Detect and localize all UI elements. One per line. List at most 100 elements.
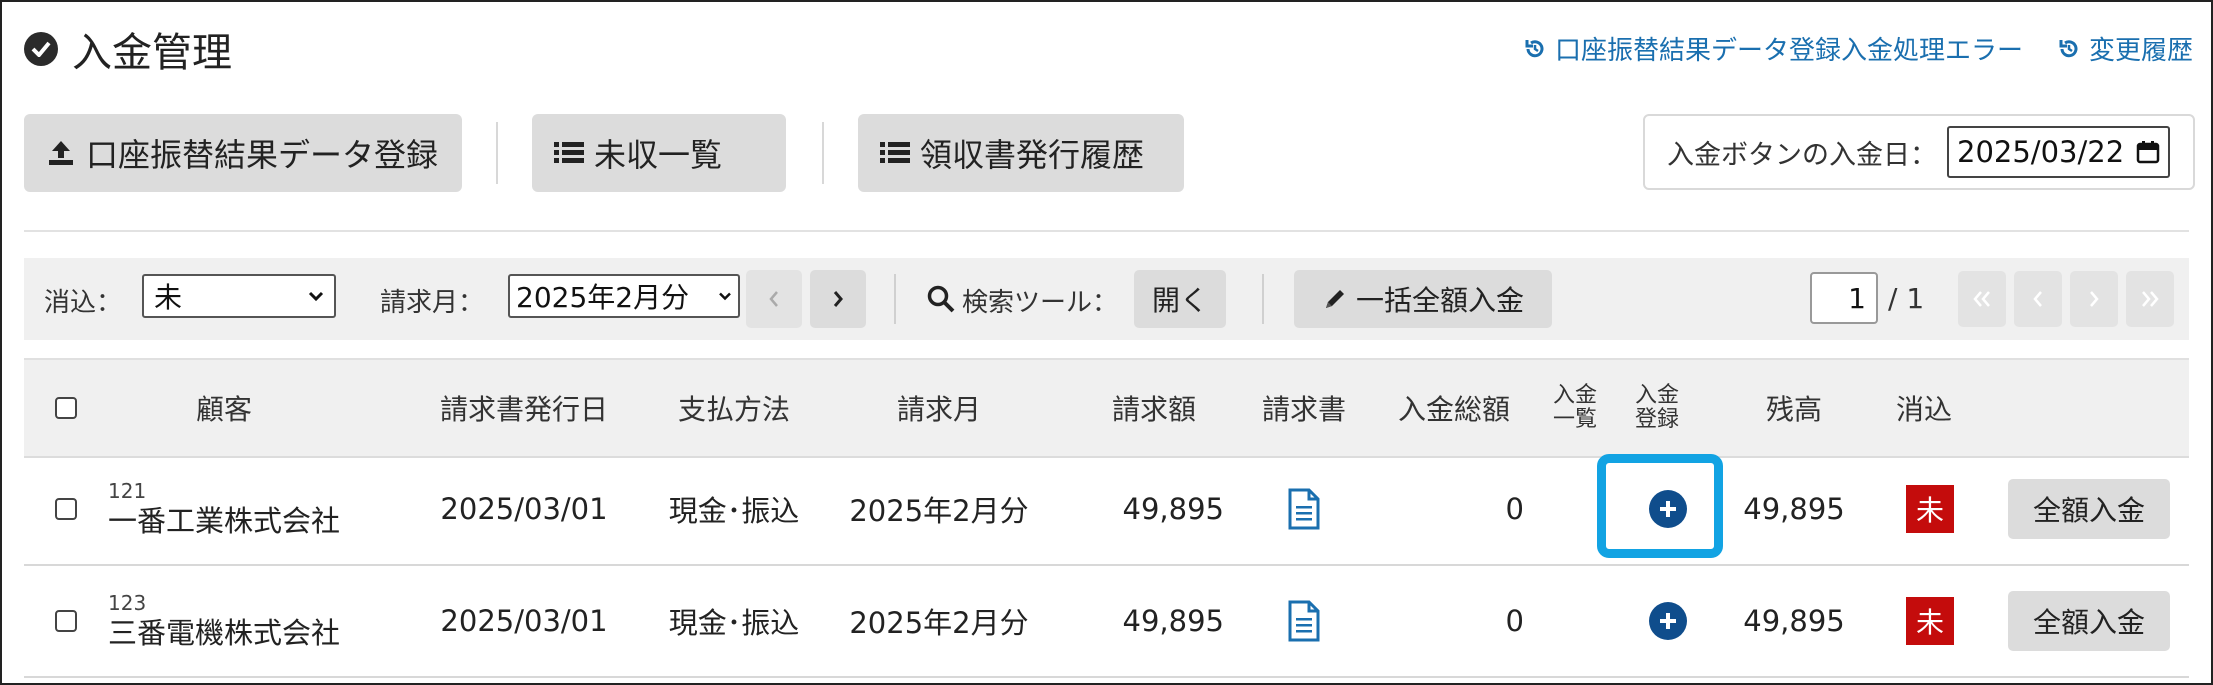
check-circle-icon xyxy=(24,32,58,66)
cleared-cell: 未 xyxy=(1900,566,1960,676)
customer-name[interactable]: 一番工業株式会社 xyxy=(108,503,340,539)
paid-list-line-2: 一覧 xyxy=(1552,407,1597,432)
deposit-date-input[interactable]: 2025/03/22 xyxy=(1947,126,2171,178)
chevron-left-icon xyxy=(769,291,778,307)
last-page-button[interactable] xyxy=(2126,271,2174,327)
paid-register-line-1: 入金 xyxy=(1634,383,1679,408)
total-paid: 0 xyxy=(1505,492,1524,526)
billing-month-select[interactable]: 2025年2月分 xyxy=(508,274,740,318)
document-icon[interactable] xyxy=(1287,600,1321,642)
prev-page-button[interactable] xyxy=(2014,271,2062,327)
invoice-cell xyxy=(1264,566,1344,676)
balance: 49,895 xyxy=(1743,492,1845,526)
unpaid-list-button[interactable]: 未収一覧 xyxy=(532,114,786,192)
balance: 49,895 xyxy=(1743,604,1845,638)
section-divider xyxy=(24,230,2189,232)
add-payment-icon[interactable] xyxy=(1649,602,1687,640)
payment-management-page: 入金管理 口座振替結果データ登録入金処理エラー 変更履歴 口座振替結果データ登録… xyxy=(0,0,2213,685)
bulk-full-payment-button[interactable]: 一括全額入金 xyxy=(1294,270,1552,328)
chevron-left-icon xyxy=(2033,291,2042,307)
full-payment-button[interactable]: 全額入金 xyxy=(2008,591,2170,651)
receipt-history-button[interactable]: 領収書発行履歴 xyxy=(858,114,1184,192)
pencil-icon xyxy=(1325,290,1344,308)
add-payment-icon[interactable] xyxy=(1649,490,1687,528)
clearing-filter-label: 消込： xyxy=(44,288,123,318)
transfer-error-link[interactable]: 口座振替結果データ登録入金処理エラー xyxy=(1523,30,2023,67)
table-header: 顧客 請求書発行日 支払方法 請求月 請求額 請求書 入金総額 入金 一覧 入金… xyxy=(24,358,2189,458)
uncleared-badge: 未 xyxy=(1906,485,1954,533)
page-title-text: 入金管理 xyxy=(72,30,232,76)
action-cell: 全額入金 xyxy=(2004,454,2174,564)
clearing-select-value: 未 xyxy=(154,281,183,314)
chevron-down-icon xyxy=(308,291,324,302)
calendar-icon[interactable] xyxy=(2136,140,2160,164)
history-icon xyxy=(1525,39,1544,57)
page-number-input[interactable]: 1 xyxy=(1810,272,1878,324)
customer-id: 123 xyxy=(108,591,147,615)
customer-cell: 123 三番電機株式会社 xyxy=(108,566,368,676)
history-icon xyxy=(2059,39,2078,57)
double-chevron-right-icon xyxy=(2142,291,2159,307)
column-header-issue-date[interactable]: 請求書発行日 xyxy=(419,360,629,456)
register-payment-cell xyxy=(1638,566,1698,676)
payment-method: 現金･振込 xyxy=(668,494,800,528)
clearing-select[interactable]: 未 xyxy=(142,274,336,318)
next-page-button[interactable] xyxy=(2070,271,2118,327)
column-header-balance[interactable]: 残高 xyxy=(1744,360,1844,456)
column-header-paid-register: 入金 登録 xyxy=(1626,360,1688,456)
current-page: 1 xyxy=(1848,281,1866,315)
chevron-down-icon xyxy=(719,292,731,301)
customer-cell: 121 一番工業株式会社 xyxy=(108,454,368,564)
column-header-cleared[interactable]: 消込 xyxy=(1884,360,1964,456)
select-all-checkbox[interactable] xyxy=(55,397,77,419)
search-icon xyxy=(927,285,955,313)
column-header-paid-list: 入金 一覧 xyxy=(1544,360,1606,456)
column-header-payment-method[interactable]: 支払方法 xyxy=(654,360,814,456)
table-row: 123 三番電機株式会社 2025/03/01 現金･振込 2025年2月分 4… xyxy=(24,566,2189,678)
column-header-invoice: 請求書 xyxy=(1261,393,1346,426)
issue-date: 2025/03/01 xyxy=(440,604,608,638)
transfer-error-link-label: 口座振替結果データ登録入金処理エラー xyxy=(1554,36,2023,66)
change-history-link[interactable]: 変更履歴 xyxy=(2057,30,2193,67)
chevron-right-icon xyxy=(833,291,843,307)
deposit-date-box: 入金ボタンの入金日： 2025/03/22 xyxy=(1643,114,2195,190)
open-search-button[interactable]: 開く xyxy=(1134,270,1226,328)
customer-name[interactable]: 三番電機株式会社 xyxy=(108,615,340,651)
total-pages: / 1 xyxy=(1888,282,1925,315)
row-checkbox-cell xyxy=(46,454,86,564)
open-search-label: 開く xyxy=(1151,284,1208,317)
chevron-right-icon xyxy=(2090,291,2099,307)
deposit-date-label: 入金ボタンの入金日： xyxy=(1667,139,1937,171)
first-page-button[interactable] xyxy=(1958,271,2006,327)
next-month-button[interactable] xyxy=(810,270,866,328)
column-header-amount[interactable]: 請求額 xyxy=(1084,360,1224,456)
toolbar-divider xyxy=(496,122,498,184)
change-history-link-label: 変更履歴 xyxy=(2088,36,2193,66)
page-title: 入金管理 xyxy=(24,24,232,76)
table-row: 121 一番工業株式会社 2025/03/01 現金･振込 2025年2月分 4… xyxy=(24,454,2189,566)
filter-divider xyxy=(894,274,896,324)
row-checkbox[interactable] xyxy=(55,498,77,520)
document-icon[interactable] xyxy=(1287,488,1321,530)
bulk-full-payment-label: 一括全額入金 xyxy=(1355,284,1524,317)
customer-id: 121 xyxy=(108,479,147,503)
action-cell: 全額入金 xyxy=(2004,566,2174,676)
register-payment-cell xyxy=(1638,454,1698,564)
uncleared-badge: 未 xyxy=(1906,597,1954,645)
column-header-billing-month[interactable]: 請求月 xyxy=(844,360,1034,456)
full-payment-button[interactable]: 全額入金 xyxy=(2008,479,2170,539)
prev-month-button[interactable] xyxy=(746,270,802,328)
unpaid-list-label: 未収一覧 xyxy=(594,136,723,174)
payment-method: 現金･振込 xyxy=(668,606,800,640)
upload-transfer-result-button[interactable]: 口座振替結果データ登録 xyxy=(24,114,462,192)
receipt-history-label: 領収書発行履歴 xyxy=(920,136,1145,174)
select-all-cell xyxy=(46,360,86,456)
filter-bar: 消込： 未 請求月： 2025年2月分 検索ツール： 開く 一括全額入金 1 /… xyxy=(24,258,2189,340)
list-icon xyxy=(554,142,584,163)
column-header-total-paid[interactable]: 入金総額 xyxy=(1384,360,1524,456)
column-header-customer[interactable]: 顧客 xyxy=(124,360,324,456)
toolbar-divider xyxy=(822,122,824,184)
row-checkbox-cell xyxy=(46,566,86,676)
invoice-amount: 49,895 xyxy=(1122,492,1224,526)
row-checkbox[interactable] xyxy=(55,610,77,632)
